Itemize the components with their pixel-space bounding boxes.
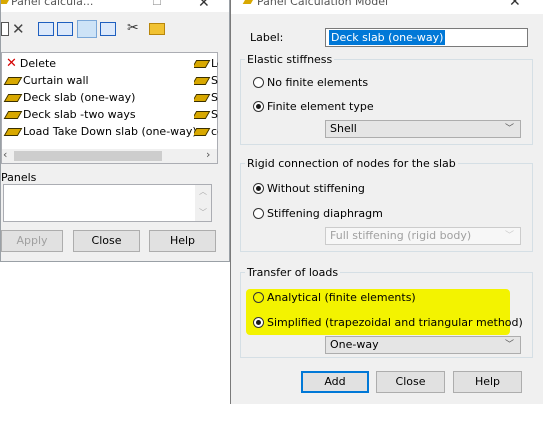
load-direction-select[interactable]: One-way ﹀: [325, 336, 521, 354]
panels-textbox[interactable]: ︿ ﹀: [3, 184, 212, 222]
dialog-help-button[interactable]: Help: [453, 371, 522, 393]
view-small-icons-icon[interactable]: [38, 22, 54, 36]
panel-types-list[interactable]: ✕ Delete Curtain wall Deck slab (one-way)…: [1, 52, 218, 164]
list-column-2: Lo Sl Sl Sl co: [194, 55, 218, 140]
window-title: Panel calcula...: [11, 0, 94, 8]
label-input-value: Deck slab (one-way): [329, 30, 446, 45]
view-large-icons-icon[interactable]: [57, 22, 73, 36]
simplified-label[interactable]: Simplified (trapezoidal and triangular m…: [267, 316, 523, 329]
transfer-of-loads-title: Transfer of loads: [245, 266, 341, 279]
dialog-titlebar: Panel Calculation Model ─ ✕: [231, 0, 543, 14]
panels-window-titlebar: Panel calcula... ☐ ✕: [1, 0, 229, 12]
finite-element-type-label[interactable]: Finite element type: [267, 100, 374, 113]
slab-icon: [194, 60, 211, 68]
scroll-right-icon[interactable]: ›: [206, 148, 210, 161]
list-item-delete[interactable]: ✕ Delete: [6, 55, 191, 72]
panels-window: Panel calcula... ☐ ✕ ✕ ✂ ✕ Delete Curtain…: [0, 0, 230, 262]
label-caption: Label:: [250, 31, 284, 44]
close-window-button[interactable]: ✕: [198, 0, 210, 10]
view-details-icon[interactable]: [100, 22, 116, 36]
list-column-1: ✕ Delete Curtain wall Deck slab (one-way)…: [3, 55, 197, 140]
list-item[interactable]: Sl: [194, 72, 218, 89]
list-item[interactable]: Sl: [194, 89, 218, 106]
dialog-app-icon: [242, 0, 256, 4]
slab-icon: [194, 77, 211, 85]
view-list-icon[interactable]: [77, 20, 97, 38]
app-icon: [1, 0, 12, 4]
close-button[interactable]: Close: [73, 230, 140, 252]
toolbar: ✕ ✂: [1, 20, 229, 40]
new-icon[interactable]: [1, 22, 9, 36]
list-item[interactable]: Lo: [194, 55, 218, 72]
label-input[interactable]: Deck slab (one-way): [325, 28, 528, 47]
slab-icon: [3, 77, 23, 85]
dialog-close-action-button[interactable]: Close: [376, 371, 445, 393]
help-button[interactable]: Help: [149, 230, 216, 252]
chevron-down-icon: ﹀: [504, 124, 514, 134]
add-button[interactable]: Add: [301, 371, 369, 393]
apply-button[interactable]: Apply: [1, 230, 63, 252]
list-item[interactable]: co: [194, 123, 218, 140]
finite-element-type-select[interactable]: Shell ﹀: [325, 120, 521, 138]
without-stiffening-label[interactable]: Without stiffening: [267, 182, 365, 195]
without-stiffening-radio[interactable]: [253, 183, 264, 194]
analytical-radio[interactable]: [253, 292, 264, 303]
slab-icon: [194, 128, 211, 136]
scroll-left-icon[interactable]: ‹: [3, 148, 7, 161]
stiffening-diaphragm-label[interactable]: Stiffening diaphragm: [267, 207, 383, 220]
finite-element-type-radio[interactable]: [253, 101, 264, 112]
list-item-deck-slab-one-way[interactable]: Deck slab (one-way): [3, 89, 191, 106]
red-x-icon: ✕: [6, 56, 17, 71]
list-item[interactable]: Sl: [194, 106, 218, 123]
folder-icon[interactable]: [149, 23, 165, 35]
scroll-up-icon[interactable]: ︿: [199, 186, 207, 197]
analytical-label[interactable]: Analytical (finite elements): [267, 291, 416, 304]
cut-icon[interactable]: ✂: [127, 20, 139, 36]
scrollbar-thumb[interactable]: [14, 151, 162, 161]
delete-icon[interactable]: ✕: [12, 20, 25, 38]
slab-icon: [3, 111, 23, 119]
list-item-deck-slab-two-ways[interactable]: Deck slab -two ways: [3, 106, 191, 123]
elastic-stiffness-title: Elastic stiffness: [245, 53, 335, 66]
panels-label: Panels: [1, 171, 37, 184]
panel-calculation-model-dialog: Panel Calculation Model ─ ✕ Label: Deck …: [230, 0, 543, 404]
horizontal-scrollbar[interactable]: ‹ ›: [2, 148, 217, 163]
rigid-connection-title: Rigid connection of nodes for the slab: [245, 157, 458, 170]
no-finite-elements-radio[interactable]: [253, 77, 264, 88]
slab-icon: [3, 94, 23, 102]
slab-icon: [194, 94, 211, 102]
no-finite-elements-label[interactable]: No finite elements: [267, 76, 368, 89]
dialog-close-button[interactable]: ✕: [509, 0, 521, 9]
slab-icon: [3, 128, 23, 136]
chevron-down-icon: ﹀: [504, 340, 514, 350]
simplified-radio[interactable]: [253, 317, 264, 328]
list-item-curtain-wall[interactable]: Curtain wall: [3, 72, 191, 89]
scroll-down-icon[interactable]: ﹀: [199, 207, 207, 218]
diaphragm-type-select[interactable]: Full stiffening (rigid body) ﹀: [325, 227, 521, 245]
chevron-down-icon: ﹀: [504, 231, 514, 241]
slab-icon: [194, 111, 211, 119]
dialog-title: Panel Calculation Model: [257, 0, 389, 8]
maximize-icon[interactable]: ☐: [152, 0, 162, 8]
list-item-load-take-down[interactable]: Load Take Down slab (one-way): [3, 123, 197, 140]
stiffening-diaphragm-radio[interactable]: [253, 208, 264, 219]
minimize-icon[interactable]: ─: [465, 0, 473, 7]
vertical-scrollbar[interactable]: ︿ ﹀: [195, 185, 211, 221]
